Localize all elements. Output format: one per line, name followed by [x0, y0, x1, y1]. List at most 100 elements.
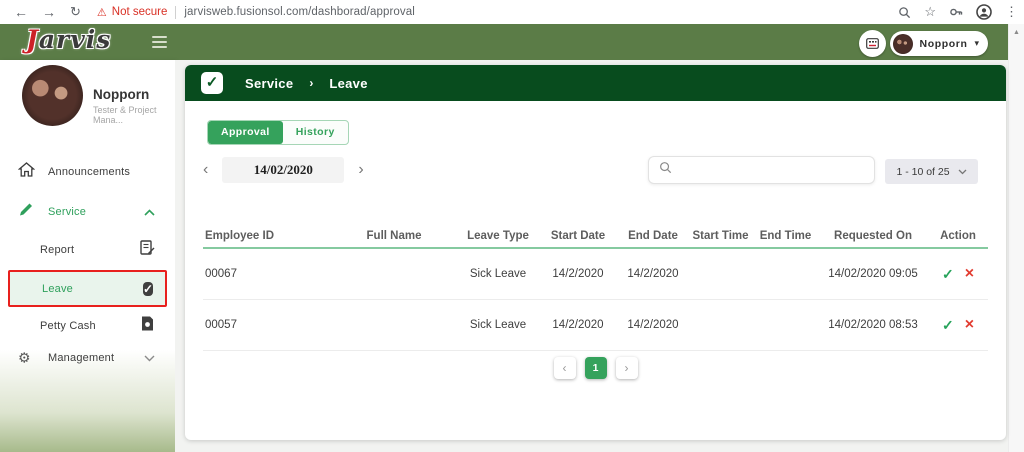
approve-icon[interactable]: ✓ [942, 317, 954, 334]
cell-employee-id: 00067 [203, 268, 330, 280]
cell-end-date: 14/2/2020 [618, 268, 688, 280]
address-divider [175, 6, 176, 19]
breadcrumb-separator-icon: › [309, 76, 313, 90]
address-bar[interactable]: ⚠ Not secure jarvisweb.fusionsol.com/das… [97, 6, 415, 19]
hamburger-menu-icon[interactable] [152, 36, 167, 51]
leave-module-icon: ✓ [201, 72, 223, 94]
main-area: ✓ Service › Leave Approval History ‹ 14/… [175, 60, 1008, 452]
col-requested-on: Requested On [818, 230, 928, 242]
search-icon[interactable] [898, 6, 911, 19]
search-box[interactable] [648, 156, 875, 184]
cell-employee-id: 00057 [203, 319, 330, 331]
tab-approval[interactable]: Approval [208, 121, 283, 144]
cell-action: ✓ × [928, 317, 988, 334]
sidebar-item-label: Management [48, 352, 114, 364]
reject-icon[interactable]: × [965, 267, 974, 281]
cell-leave-type: Sick Leave [458, 319, 538, 331]
chevron-down-icon [958, 169, 967, 175]
screen: ← → ↻ ⚠ Not secure jarvisweb.fusionsol.c… [0, 0, 1024, 452]
cell-requested-on: 14/02/2020 08:53 [818, 319, 928, 331]
col-employee-id: Employee ID [203, 230, 330, 242]
not-secure-label[interactable]: Not secure [112, 6, 168, 18]
cell-requested-on: 14/02/2020 09:05 [818, 268, 928, 280]
browser-menu-icon[interactable]: ⋮ [1005, 4, 1018, 20]
check-icon: ✓ [143, 282, 153, 296]
breadcrumb-page: Leave [329, 76, 367, 91]
leave-requests-table: Employee ID Full Name Leave Type Start D… [203, 225, 988, 351]
date-field[interactable]: 14/02/2020 [222, 157, 344, 183]
sidebar-item-announcements[interactable]: Announcements [0, 154, 175, 190]
approve-icon[interactable]: ✓ [942, 266, 954, 283]
user-menu-button[interactable]: Nopporn ▾ [890, 31, 988, 56]
user-avatar [893, 34, 913, 54]
password-key-icon[interactable] [949, 5, 963, 19]
app-header: Jarvis Nopporn ▾ [0, 24, 1008, 60]
tab-history[interactable]: History [283, 121, 348, 144]
profile-avatar[interactable] [22, 65, 83, 126]
logo-text: arvis [39, 25, 111, 54]
results-range-select[interactable]: 1 - 10 of 25 [885, 159, 978, 184]
url-text[interactable]: jarvisweb.fusionsol.com/dashborad/approv… [184, 6, 415, 18]
page-scrollbar[interactable]: ▲ [1008, 24, 1024, 452]
profile-role: Tester & Project Mana... [93, 105, 175, 125]
sidebar-item-label: Service [48, 206, 86, 218]
logo-letter: J [26, 25, 39, 54]
date-navigator: ‹ 14/02/2020 › [203, 157, 364, 183]
col-start-time: Start Time [688, 230, 753, 242]
sidebar-item-management[interactable]: ⚙ Management [0, 340, 175, 376]
petty-cash-icon [140, 316, 155, 337]
keyboard-icon [866, 38, 879, 49]
sidebar-item-report[interactable]: Report [0, 232, 175, 268]
profile-name: Nopporn [93, 87, 149, 102]
content-header: ✓ Service › Leave [185, 65, 1006, 101]
prev-page-button[interactable]: ‹ [554, 357, 576, 379]
col-leave-type: Leave Type [458, 230, 538, 242]
search-input[interactable] [680, 164, 874, 176]
sidebar-item-label: Leave [42, 283, 73, 295]
sidebar-item-leave[interactable]: Leave ✓ [8, 270, 167, 307]
prev-date-icon[interactable]: ‹ [203, 157, 208, 183]
sidebar-item-label: Announcements [48, 166, 130, 178]
results-range-value: 1 - 10 of 25 [896, 166, 949, 178]
back-icon[interactable]: ← [14, 0, 28, 24]
table-row: 00067 Sick Leave 14/2/2020 14/2/2020 14/… [203, 249, 988, 300]
report-icon [139, 240, 155, 261]
bookmark-star-icon[interactable]: ☆ [924, 4, 936, 20]
tab-bar: Approval History [207, 120, 349, 145]
leave-checkbox-icon: ✓ [143, 279, 153, 299]
browser-actions: ☆ ⋮ [898, 0, 1018, 24]
next-page-button[interactable]: › [616, 357, 638, 379]
breadcrumb-section[interactable]: Service [245, 76, 293, 91]
browser-chrome: ← → ↻ ⚠ Not secure jarvisweb.fusionsol.c… [0, 0, 1024, 24]
browser-profile-icon[interactable] [976, 4, 992, 20]
col-start-date: Start Date [538, 230, 618, 242]
forward-icon[interactable]: → [42, 0, 56, 24]
cell-start-date: 14/2/2020 [538, 319, 618, 331]
cell-end-date: 14/2/2020 [618, 319, 688, 331]
scroll-up-arrow-icon[interactable]: ▲ [1009, 29, 1024, 36]
sidebar-item-label: Petty Cash [40, 320, 96, 332]
col-action: Action [928, 230, 988, 242]
home-icon [18, 162, 35, 182]
col-end-time: End Time [753, 230, 818, 242]
keyboard-button[interactable] [859, 30, 886, 57]
chevron-down-icon [144, 349, 155, 367]
sidebar: Nopporn Tester & Project Mana... Announc… [0, 60, 175, 452]
sidebar-item-petty-cash[interactable]: Petty Cash [0, 308, 175, 344]
page-1-button[interactable]: 1 [585, 357, 607, 379]
content-card: ✓ Service › Leave Approval History ‹ 14/… [185, 65, 1006, 440]
col-end-date: End Date [618, 230, 688, 242]
sidebar-item-service[interactable]: Service [0, 194, 175, 230]
cell-start-date: 14/2/2020 [538, 268, 618, 280]
not-secure-warning-icon: ⚠ [97, 6, 107, 19]
jarvis-logo[interactable]: Jarvis [26, 25, 111, 54]
col-full-name: Full Name [330, 230, 458, 242]
reject-icon[interactable]: × [965, 318, 974, 332]
chevron-up-icon [144, 203, 155, 221]
table-header-row: Employee ID Full Name Leave Type Start D… [203, 225, 988, 249]
next-date-icon[interactable]: › [358, 157, 363, 183]
gear-icon: ⚙ [18, 350, 31, 367]
user-name: Nopporn [920, 38, 968, 50]
cell-action: ✓ × [928, 266, 988, 283]
refresh-icon[interactable]: ↻ [70, 0, 81, 24]
